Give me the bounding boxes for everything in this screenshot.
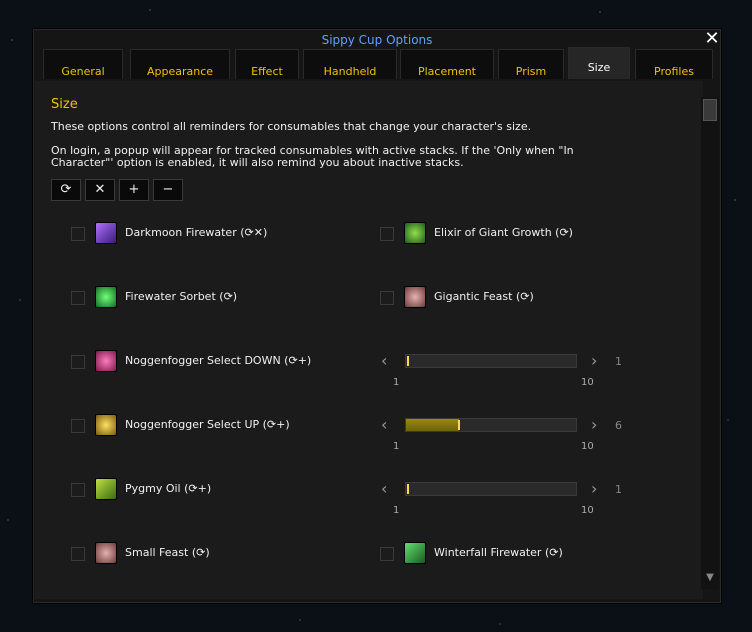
window-title: Sippy Cup Options bbox=[321, 33, 433, 47]
tab-profiles[interactable]: Profiles bbox=[635, 49, 713, 79]
tab-size[interactable]: Size bbox=[568, 47, 630, 79]
checkbox-pygmy-oil[interactable] bbox=[71, 483, 85, 497]
chevron-right-icon[interactable]: › bbox=[591, 417, 597, 433]
oil-icon bbox=[95, 478, 117, 500]
elixir-icon bbox=[404, 222, 426, 244]
close-icon: ✕ bbox=[94, 182, 106, 197]
checkbox-elixir-giant-growth[interactable] bbox=[380, 227, 394, 241]
item-darkmoon-firewater: Darkmoon Firewater (⟳✕) bbox=[125, 226, 268, 239]
tab-effect[interactable]: Effect bbox=[235, 49, 299, 79]
chevron-left-icon[interactable]: ‹ bbox=[381, 353, 387, 369]
tab-appearance[interactable]: Appearance bbox=[130, 49, 230, 79]
slider-max: 10 bbox=[581, 377, 594, 388]
refresh-plus-icons: ⟳+ bbox=[266, 418, 286, 431]
checkbox-darkmoon-firewater[interactable] bbox=[71, 227, 85, 241]
refresh-button[interactable]: ⟳ bbox=[51, 179, 81, 201]
item-winterfall-firewater: Winterfall Firewater (⟳) bbox=[434, 546, 563, 559]
refresh-close-icons: ⟳✕ bbox=[244, 226, 263, 239]
chevron-right-icon[interactable]: › bbox=[591, 481, 597, 497]
add-button[interactable]: + bbox=[119, 179, 149, 201]
tab-handheld[interactable]: Handheld bbox=[303, 49, 397, 79]
slider-pygmy-oil[interactable] bbox=[405, 482, 577, 496]
close-icon[interactable]: ✕ bbox=[703, 30, 721, 48]
item-pygmy-oil: Pygmy Oil (⟳+) bbox=[125, 482, 212, 495]
slider-noggenfogger-down[interactable] bbox=[405, 354, 577, 368]
refresh-plus-icons: ⟳+ bbox=[188, 482, 207, 495]
section-title: Size bbox=[51, 97, 78, 112]
clear-button[interactable]: ✕ bbox=[85, 179, 115, 201]
slider-min: 1 bbox=[393, 505, 400, 516]
potion-icon bbox=[95, 350, 117, 372]
slider-value: 6 bbox=[615, 419, 622, 432]
slider-thumb[interactable] bbox=[407, 484, 409, 494]
refresh-plus-icons: ⟳+ bbox=[288, 354, 307, 367]
tab-general[interactable]: General bbox=[43, 49, 123, 79]
feast-icon bbox=[404, 286, 426, 308]
chevron-left-icon[interactable]: ‹ bbox=[381, 417, 387, 433]
potion-icon bbox=[95, 222, 117, 244]
slider-thumb[interactable] bbox=[458, 420, 460, 430]
item-gigantic-feast: Gigantic Feast (⟳) bbox=[434, 290, 534, 303]
remove-button[interactable]: − bbox=[153, 179, 183, 201]
potion-icon bbox=[95, 414, 117, 436]
section-description: These options control all reminders for … bbox=[51, 120, 532, 133]
chevron-left-icon[interactable]: ‹ bbox=[381, 481, 387, 497]
plus-icon: + bbox=[128, 182, 140, 197]
item-small-feast: Small Feast (⟳) bbox=[125, 546, 210, 559]
checkbox-small-feast[interactable] bbox=[71, 547, 85, 561]
slider-noggenfogger-up[interactable] bbox=[405, 418, 577, 432]
item-firewater-sorbet: Firewater Sorbet (⟳) bbox=[125, 290, 238, 303]
slider-min: 1 bbox=[393, 377, 400, 388]
slider-fill bbox=[406, 419, 459, 431]
item-elixir-giant-growth: Elixir of Giant Growth (⟳) bbox=[434, 226, 573, 239]
slider-max: 10 bbox=[581, 441, 594, 452]
scroll-down-icon[interactable]: ▼ bbox=[703, 571, 717, 585]
login-description-2: Character"' option is enabled, it will a… bbox=[51, 156, 464, 169]
potion-icon bbox=[404, 542, 426, 564]
scrollbar[interactable]: ▼ bbox=[701, 97, 719, 589]
checkbox-winterfall-firewater[interactable] bbox=[380, 547, 394, 561]
item-noggenfogger-up: Noggenfogger Select UP (⟳+) bbox=[125, 418, 290, 431]
sorbet-icon bbox=[95, 286, 117, 308]
refresh-icon: ⟳ bbox=[223, 290, 233, 303]
slider-min: 1 bbox=[393, 441, 400, 452]
tab-placement[interactable]: Placement bbox=[400, 49, 494, 79]
slider-thumb[interactable] bbox=[407, 356, 409, 366]
minus-icon: − bbox=[162, 182, 174, 197]
refresh-icon: ⟳ bbox=[196, 546, 206, 559]
item-noggenfogger-down: Noggenfogger Select DOWN (⟳+) bbox=[125, 354, 312, 367]
feast-icon bbox=[95, 542, 117, 564]
checkbox-noggenfogger-down[interactable] bbox=[71, 355, 85, 369]
slider-value: 1 bbox=[615, 355, 622, 368]
tab-prism[interactable]: Prism bbox=[498, 49, 564, 79]
refresh-icon: ⟳ bbox=[60, 182, 72, 197]
scrollbar-thumb[interactable] bbox=[703, 99, 717, 121]
checkbox-noggenfogger-up[interactable] bbox=[71, 419, 85, 433]
slider-value: 1 bbox=[615, 483, 622, 496]
checkbox-firewater-sorbet[interactable] bbox=[71, 291, 85, 305]
options-window: Sippy Cup Options ✕ General Appearance E… bbox=[32, 28, 722, 604]
chevron-right-icon[interactable]: › bbox=[591, 353, 597, 369]
slider-max: 10 bbox=[581, 505, 594, 516]
checkbox-gigantic-feast[interactable] bbox=[380, 291, 394, 305]
refresh-icon: ⟳ bbox=[559, 226, 569, 239]
